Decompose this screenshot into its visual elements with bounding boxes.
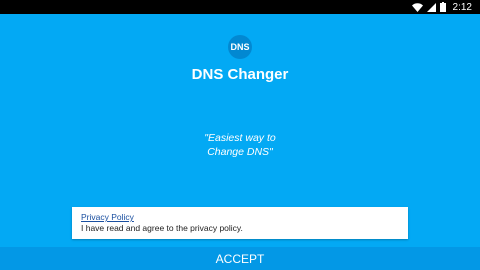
- privacy-card: Privacy Policy I have read and agree to …: [72, 207, 408, 239]
- tagline-line-1: "Easiest way to: [204, 132, 276, 144]
- tagline: "Easiest way to Change DNS": [140, 131, 340, 159]
- signal-icon: [426, 2, 436, 12]
- wifi-icon: [411, 2, 423, 12]
- status-time: 2:12: [452, 1, 472, 13]
- status-bar: 2:12: [0, 0, 480, 14]
- tagline-line-2: Change DNS": [207, 146, 273, 158]
- battery-icon: [439, 2, 446, 12]
- accept-button[interactable]: ACCEPT: [0, 247, 480, 270]
- privacy-agreement-text: I have read and agree to the privacy pol…: [81, 223, 243, 233]
- app-title: DNS Changer: [191, 66, 289, 83]
- privacy-policy-link[interactable]: Privacy Policy: [81, 212, 399, 223]
- app-logo: DNS: [228, 35, 252, 59]
